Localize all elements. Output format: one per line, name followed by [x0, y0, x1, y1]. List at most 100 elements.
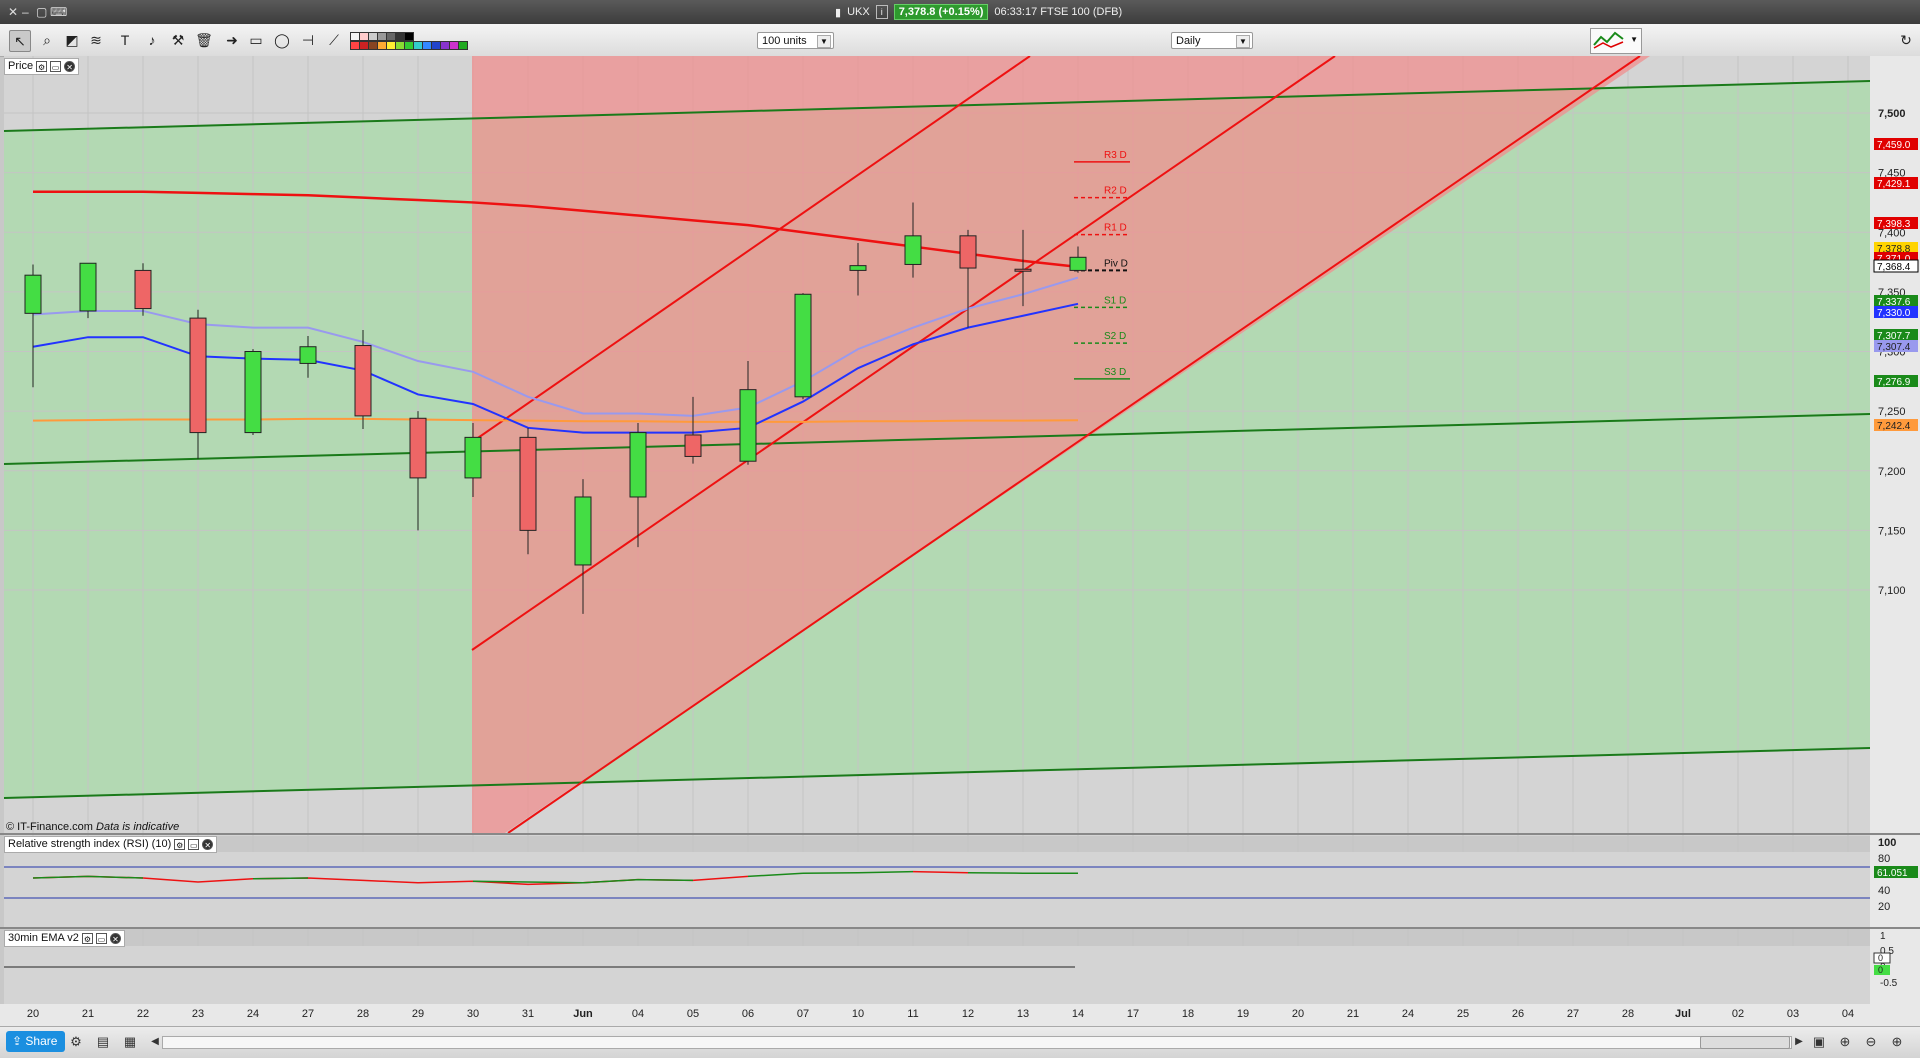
indicator-tool-icon[interactable]: ◩: [62, 30, 82, 50]
chart-type-button[interactable]: ▼: [1590, 28, 1642, 54]
price-badge-text: 7,398.3: [1877, 219, 1911, 230]
date-axis-label: 06: [742, 1008, 754, 1020]
keyboard-icon[interactable]: ⌨: [50, 5, 67, 19]
arrow-tool-icon[interactable]: ➜: [222, 30, 242, 50]
date-axis-label: 02: [1732, 1008, 1744, 1020]
date-axis-label: Jul: [1675, 1008, 1691, 1020]
pointer-tool-icon[interactable]: ↖: [9, 30, 31, 52]
ema-axis-label: 1: [1880, 931, 1886, 942]
date-axis-label: 24: [1402, 1008, 1414, 1020]
price-axis-label: 7,100: [1878, 585, 1906, 597]
maximize-icon[interactable]: ▭: [188, 839, 199, 850]
units-select-value: 100 units: [762, 35, 807, 47]
ema-value-text: 0: [1878, 965, 1883, 975]
maximize-icon[interactable]: ▭: [50, 61, 61, 72]
horizontal-scrollbar[interactable]: [162, 1036, 1792, 1049]
rectangle-tool-icon[interactable]: ▭: [246, 30, 266, 50]
price-axis-label: 7,200: [1878, 466, 1906, 478]
price-badge-text: 7,429.1: [1877, 179, 1911, 190]
instrument-name: UKX: [847, 6, 870, 18]
wrench-icon[interactable]: ⚙: [36, 61, 47, 72]
restore-window-icon[interactable]: ▢: [36, 5, 47, 19]
chart-canvas[interactable]: R3 DR2 DR1 DPiv DS1 DS2 DS3 D7,5007,4507…: [0, 56, 1920, 1026]
zoom-out-icon[interactable]: ⊖: [1862, 1033, 1880, 1051]
wrench-icon[interactable]: ⚙: [174, 839, 185, 850]
grid-icon[interactable]: ▦: [121, 1033, 139, 1051]
pivot-label: S1 D: [1104, 295, 1126, 306]
date-axis-label: 20: [27, 1008, 39, 1020]
tools-icon[interactable]: ⚒: [168, 30, 188, 50]
close-icon[interactable]: ✕: [64, 61, 75, 72]
date-axis-label: 28: [1622, 1008, 1634, 1020]
ellipse-tool-icon[interactable]: ◯: [272, 30, 292, 50]
date-axis-label: 07: [797, 1008, 809, 1020]
pivot-label: S3 D: [1104, 367, 1126, 378]
candle-body: [25, 275, 41, 313]
share-button[interactable]: ⇪ Share: [6, 1031, 65, 1052]
candle-body: [740, 390, 756, 462]
rsi-axis-label: 100: [1878, 837, 1896, 849]
color-swatch[interactable]: [458, 41, 468, 50]
status-text: 06:33:17 FTSE 100 (DFB): [994, 6, 1122, 18]
price-badge-text: 7,368.4: [1877, 262, 1911, 273]
chevron-down-icon: ▼: [1236, 35, 1250, 48]
price-badge-text: 7,276.9: [1877, 377, 1911, 388]
close-icon[interactable]: ✕: [110, 933, 121, 944]
scroll-right-icon[interactable]: ▶: [1790, 1033, 1808, 1051]
instrument-icon: ▮: [835, 6, 841, 19]
date-axis-label: Jun: [573, 1008, 593, 1020]
date-axis-label: 22: [137, 1008, 149, 1020]
maximize-icon[interactable]: ▭: [96, 933, 107, 944]
minimize-window-icon[interactable]: –: [22, 5, 29, 19]
date-axis-label: 24: [247, 1008, 259, 1020]
zoom-tool-icon[interactable]: ⌕: [37, 30, 57, 50]
date-axis-label: 29: [412, 1008, 424, 1020]
share-icon: ⇪: [12, 1034, 22, 1048]
date-axis-label: 20: [1292, 1008, 1304, 1020]
alert-bell-icon[interactable]: ♪: [142, 30, 162, 50]
date-axis-label: 30: [467, 1008, 479, 1020]
ema-panel-title: 30min EMA v2: [8, 931, 79, 946]
ema-axis-label: -0.5: [1880, 978, 1898, 989]
delete-trash-icon[interactable]: 🗑: [194, 30, 214, 50]
date-axis-label: 03: [1787, 1008, 1799, 1020]
price-panel-label: Price ⚙ ▭ ✕: [4, 58, 79, 75]
date-axis-label: 10: [852, 1008, 864, 1020]
pivot-label: S2 D: [1104, 331, 1126, 342]
candle-body: [80, 263, 96, 311]
units-select[interactable]: 100 units ▼: [757, 32, 834, 49]
rsi-value-text: 61.051: [1877, 868, 1908, 879]
ema-value-text: 0: [1878, 953, 1883, 963]
camera-icon[interactable]: ▣: [1810, 1033, 1828, 1051]
horizontal-line-tool-icon[interactable]: ⊣: [298, 30, 318, 50]
interval-select[interactable]: Daily ▼: [1171, 32, 1253, 49]
attribution: © IT-Finance.com Data is indicative: [6, 821, 179, 833]
price-axis-label: 7,250: [1878, 406, 1906, 418]
layout-icon[interactable]: ▤: [94, 1033, 112, 1051]
close-window-icon[interactable]: ✕: [8, 5, 18, 19]
close-icon[interactable]: ✕: [202, 839, 213, 850]
zoom-in-icon[interactable]: ⊕: [1888, 1033, 1906, 1051]
attribution-text: © IT-Finance.com: [6, 821, 93, 833]
crosshair-icon[interactable]: ⊕: [1836, 1033, 1854, 1051]
share-label: Share: [25, 1034, 57, 1048]
candle-body: [135, 270, 151, 308]
date-axis-label: 04: [1842, 1008, 1854, 1020]
date-axis-label: 04: [632, 1008, 644, 1020]
text-tool-icon[interactable]: T: [115, 30, 135, 50]
rsi-axis-label: 80: [1878, 853, 1890, 865]
candle-body: [355, 346, 371, 416]
price-badge-text: 7,330.0: [1877, 308, 1911, 319]
info-icon[interactable]: i: [876, 5, 888, 19]
refresh-icon[interactable]: ↻: [1896, 30, 1916, 50]
candle-body: [465, 437, 481, 478]
wrench-icon[interactable]: ⚙: [82, 933, 93, 944]
scrollbar-thumb[interactable]: [1700, 1036, 1790, 1049]
color-swatch[interactable]: [404, 32, 414, 41]
candle-body: [850, 266, 866, 271]
trend-line-tool-icon[interactable]: ⟋: [324, 30, 344, 50]
date-axis-label: 26: [1512, 1008, 1524, 1020]
fibonacci-tool-icon[interactable]: ≋: [86, 30, 106, 50]
ema-panel-label: 30min EMA v2 ⚙ ▭ ✕: [4, 930, 125, 947]
settings-icon[interactable]: ⚙: [67, 1033, 85, 1051]
